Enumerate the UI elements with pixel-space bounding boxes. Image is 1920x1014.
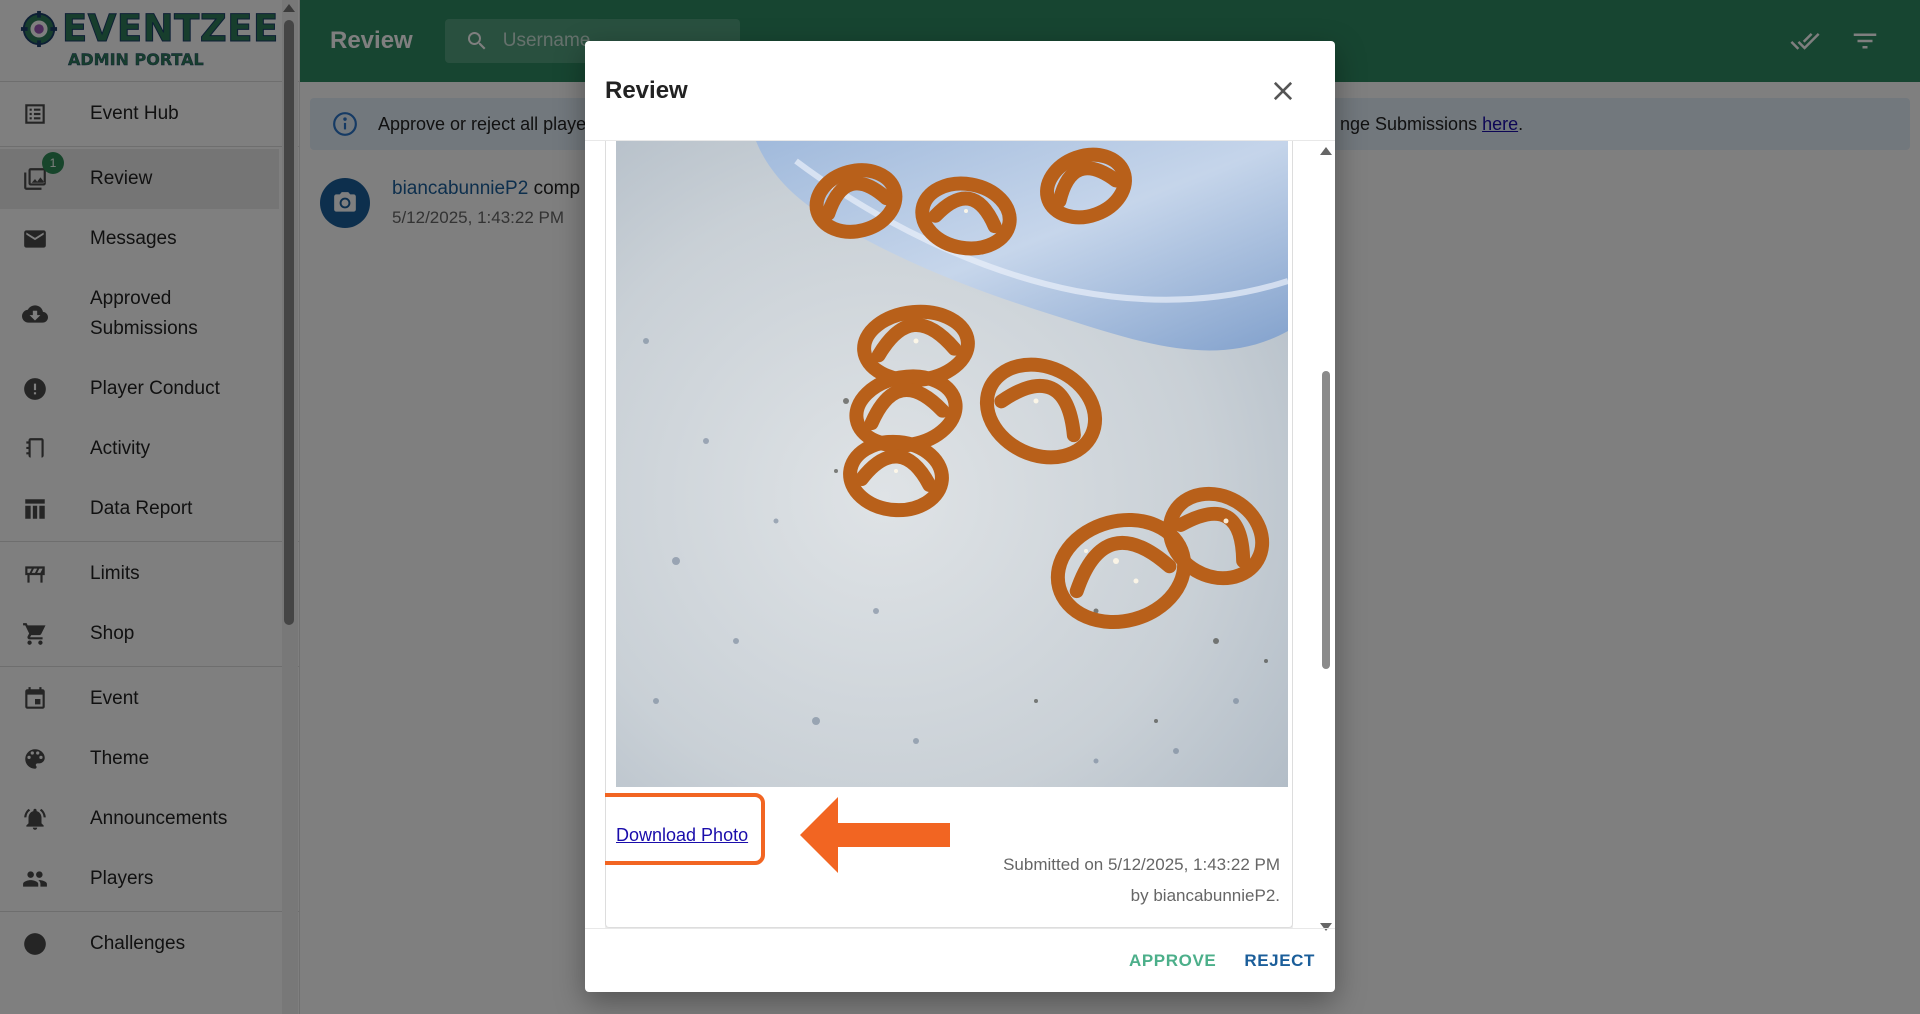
dialog-scroll-up-arrow[interactable] <box>1320 147 1332 155</box>
approve-button[interactable]: APPROVE <box>1129 951 1216 971</box>
submission-photo <box>616 141 1288 787</box>
dialog-header: Review <box>585 41 1335 141</box>
annotation-arrow-icon <box>800 797 950 873</box>
dialog-title: Review <box>605 76 688 104</box>
submitted-on-text: Submitted on 5/12/2025, 1:43:22 PM <box>1003 855 1280 874</box>
submitted-by-text: by biancabunnieP2. <box>1130 886 1280 905</box>
close-icon <box>1273 81 1293 101</box>
close-button[interactable] <box>1269 77 1297 105</box>
annotation-highlight-box <box>605 793 765 865</box>
review-dialog: Review Download Photo Submitted on 5/12/… <box>585 41 1335 992</box>
dialog-body[interactable]: Download Photo Submitted on 5/12/2025, 1… <box>605 141 1293 928</box>
dialog-actions: APPROVE REJECT <box>585 928 1335 992</box>
dialog-scrollbar-thumb[interactable] <box>1322 371 1330 669</box>
pretzels-photo-image <box>616 141 1288 787</box>
submission-meta: Submitted on 5/12/2025, 1:43:22 PM by bi… <box>1003 849 1280 911</box>
reject-button[interactable]: REJECT <box>1244 951 1315 971</box>
